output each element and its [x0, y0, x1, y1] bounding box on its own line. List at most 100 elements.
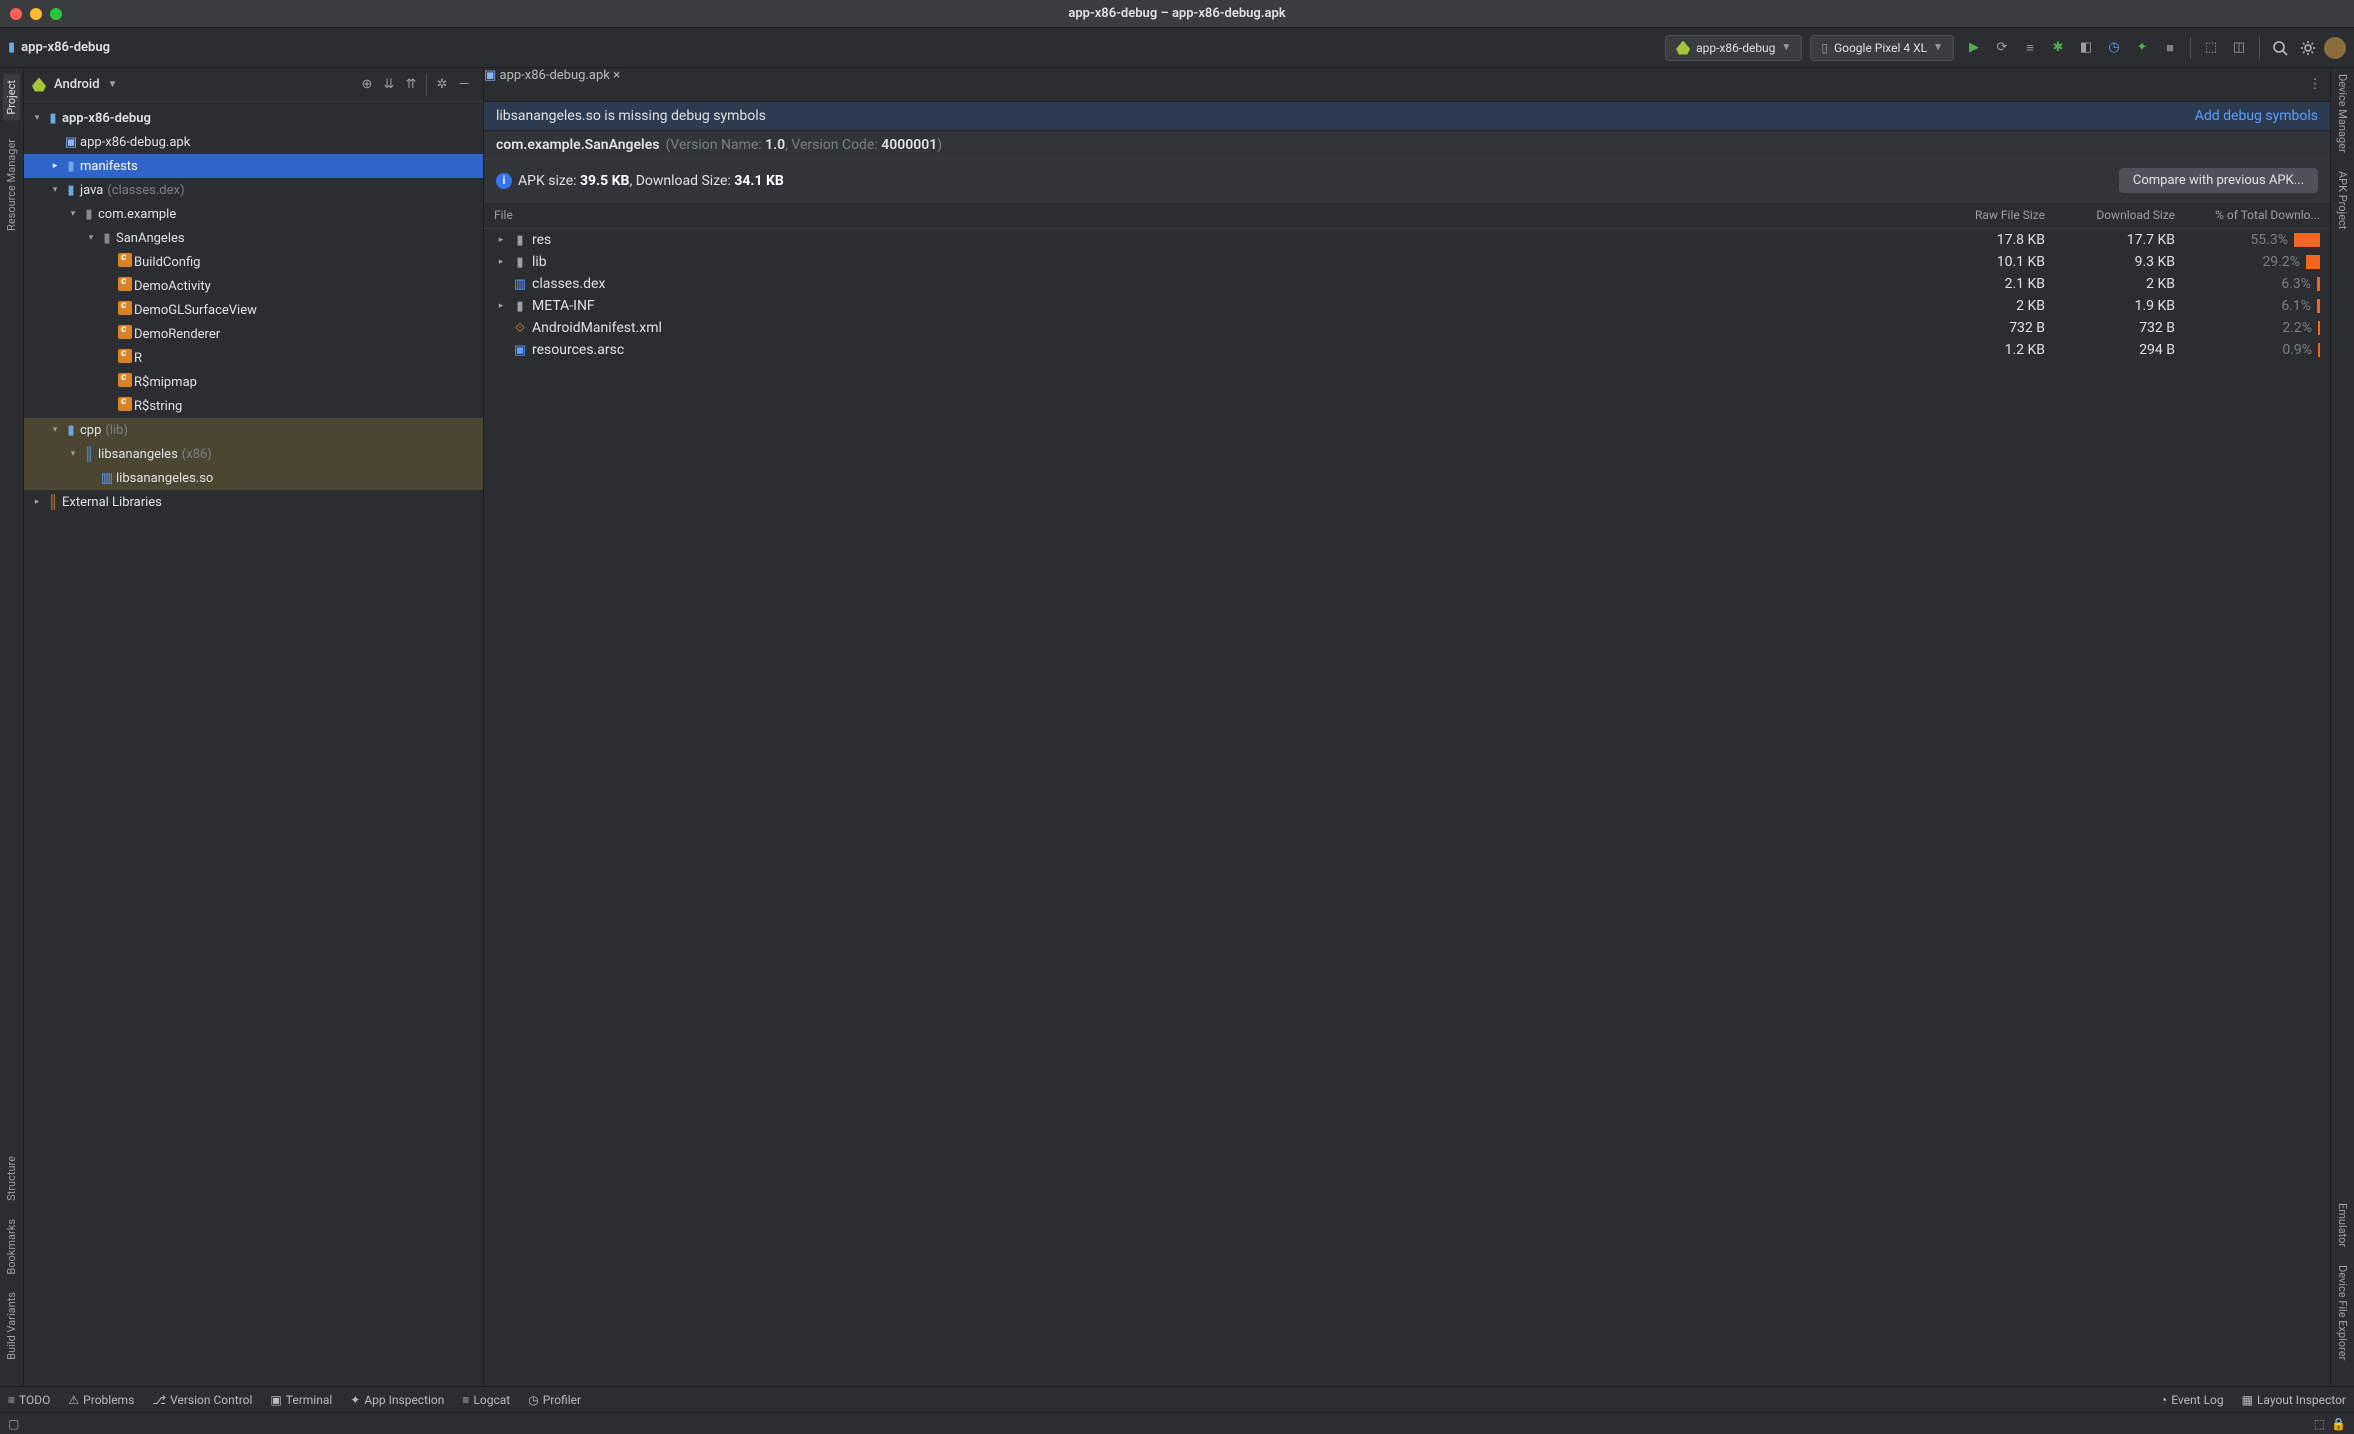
coverage-button[interactable]: ◧ [2074, 36, 2098, 60]
problems-tool-button[interactable]: ⚠ Problems [68, 1393, 134, 1407]
status-lock-icon[interactable]: 🔒 [2331, 1417, 2346, 1431]
table-row[interactable]: ⟐AndroidManifest.xml732 B732 B2.2% [484, 317, 2330, 339]
tool-windows-icon[interactable]: ▢ [8, 1417, 19, 1431]
tree-node-class[interactable]: R$mipmap [24, 370, 483, 394]
tree-node-apk[interactable]: ▣ app-x86-debug.apk [24, 130, 483, 154]
profile-button[interactable]: ◷ [2102, 36, 2126, 60]
table-row[interactable]: ▸▮res17.8 KB17.7 KB55.3% [484, 229, 2330, 251]
close-window-icon[interactable] [10, 8, 22, 20]
tree-node-native-lib[interactable]: ▾║ libsanangeles(x86) [24, 442, 483, 466]
table-row[interactable]: ▸▮META-INF2 KB1.9 KB6.1% [484, 295, 2330, 317]
apk-project-tool-button[interactable]: APK Project [2336, 171, 2349, 229]
download-size-value: 2 KB [2045, 276, 2175, 292]
expand-icon[interactable]: ▸ [494, 257, 508, 267]
android-icon [1676, 41, 1690, 55]
bookmarks-tool-button[interactable]: Bookmarks [5, 1219, 18, 1275]
tree-node-class[interactable]: DemoRenderer [24, 322, 483, 346]
expand-all-icon[interactable]: ⇊ [378, 74, 400, 96]
project-panel-header: Android ▼ ⊕ ⇊ ⇈ ✲ — [24, 68, 483, 102]
tree-node-package[interactable]: ▾▮ SanAngeles [24, 226, 483, 250]
percent-value: 6.1% [2261, 298, 2311, 314]
compare-apk-button[interactable]: Compare with previous APK... [2119, 168, 2318, 193]
apk-contents-table: File Raw File Size Download Size % of To… [484, 202, 2330, 361]
project-tree[interactable]: ▾▮ app-x86-debug ▣ app-x86-debug.apk ▸▮ … [24, 102, 483, 1386]
breadcrumb[interactable]: app-x86-debug [21, 40, 110, 55]
apply-changes-button[interactable]: ⟳ [1990, 36, 2014, 60]
project-view-selector[interactable]: Android [54, 77, 100, 92]
col-raw-size[interactable]: Raw File Size [1915, 208, 2045, 222]
build-variants-tool-button[interactable]: Build Variants [5, 1292, 18, 1360]
todo-tool-button[interactable]: ≡ TODO [8, 1393, 50, 1407]
minimize-window-icon[interactable] [30, 8, 42, 20]
tree-node-root[interactable]: ▾▮ app-x86-debug [24, 106, 483, 130]
tree-node-external-libraries[interactable]: ▸║ External Libraries [24, 490, 483, 514]
stop-button[interactable]: ■ [2158, 36, 2182, 60]
tree-node-manifests[interactable]: ▸▮ manifests [24, 154, 483, 178]
percent-value: 29.2% [2250, 254, 2300, 270]
settings-icon[interactable] [2296, 36, 2320, 60]
tree-node-so-file[interactable]: ▥ libsanangeles.so [24, 466, 483, 490]
window-controls [10, 8, 62, 20]
file-name: res [532, 232, 551, 248]
tree-node-class[interactable]: R$string [24, 394, 483, 418]
expand-icon[interactable]: ▸ [494, 235, 508, 245]
hide-panel-icon[interactable]: — [453, 74, 475, 96]
col-percent[interactable]: % of Total Downlo... [2175, 208, 2320, 222]
tree-node-package[interactable]: ▾▮ com.example [24, 202, 483, 226]
android-icon [32, 78, 46, 92]
percent-value: 6.3% [2261, 276, 2311, 292]
tree-node-class[interactable]: BuildConfig [24, 250, 483, 274]
sync-button[interactable]: ⬚ [2199, 36, 2223, 60]
apply-code-button[interactable]: ≡ [2018, 36, 2042, 60]
file-name: META-INF [532, 298, 595, 314]
tree-node-class[interactable]: DemoGLSurfaceView [24, 298, 483, 322]
terminal-tool-button[interactable]: ▣ Terminal [270, 1393, 332, 1407]
expand-icon[interactable]: ▸ [494, 301, 508, 311]
editor-tab[interactable]: ▣ app-x86-debug.apk × [484, 68, 620, 101]
tab-title: app-x86-debug.apk [500, 68, 610, 83]
attach-debugger-button[interactable]: ✦ [2130, 36, 2154, 60]
tree-node-class[interactable]: DemoActivity [24, 274, 483, 298]
percent-bar [2318, 321, 2320, 335]
status-indent-icon[interactable]: ⬚ [2314, 1417, 2325, 1431]
device-file-explorer-tool-button[interactable]: Device File Explorer [2336, 1265, 2349, 1360]
app-inspection-tool-button[interactable]: ✦ App Inspection [350, 1393, 444, 1407]
table-row[interactable]: ▸▮lib10.1 KB9.3 KB29.2% [484, 251, 2330, 273]
table-row[interactable]: ▣resources.arsc1.2 KB294 B0.9% [484, 339, 2330, 361]
layout-inspector-tool-button[interactable]: ▦ Layout Inspector [2242, 1393, 2346, 1407]
col-download-size[interactable]: Download Size [2045, 208, 2175, 222]
tree-node-java[interactable]: ▾▮ java(classes.dex) [24, 178, 483, 202]
table-row[interactable]: ▥classes.dex2.1 KB2 KB6.3% [484, 273, 2330, 295]
project-tool-button[interactable]: Project [3, 74, 20, 121]
editor-area: ▣ app-x86-debug.apk × ⋮ libsanangeles.so… [484, 68, 2330, 1386]
device-manager-tool-button[interactable]: Device Manager [2336, 74, 2349, 153]
collapse-all-icon[interactable]: ⇈ [400, 74, 422, 96]
percent-bar [2317, 277, 2320, 291]
user-avatar[interactable] [2324, 37, 2346, 59]
event-log-tool-button[interactable]: ◔ Event Log [2160, 1393, 2224, 1407]
logcat-tool-button[interactable]: ≡ Logcat [462, 1393, 510, 1407]
profiler-tool-button[interactable]: ◷ Profiler [528, 1393, 581, 1407]
tab-more-icon[interactable]: ⋮ [2300, 68, 2330, 101]
close-tab-icon[interactable]: × [613, 68, 620, 83]
structure-tool-button[interactable]: Structure [5, 1156, 18, 1201]
tree-node-class[interactable]: R [24, 346, 483, 370]
col-file[interactable]: File [494, 208, 1915, 222]
vcs-tool-button[interactable]: ⎇ Version Control [152, 1393, 252, 1407]
xml-icon: ⟐ [512, 321, 528, 336]
resource-manager-tool-button[interactable]: Resource Manager [5, 139, 18, 231]
maximize-window-icon[interactable] [50, 8, 62, 20]
tree-node-cpp[interactable]: ▾▮ cpp(lib) [24, 418, 483, 442]
device-selector[interactable]: ▯ Google Pixel 4 XL ▼ [1810, 35, 1954, 61]
emulator-tool-button[interactable]: Emulator [2336, 1203, 2349, 1247]
panel-settings-icon[interactable]: ✲ [431, 74, 453, 96]
avd-manager-button[interactable]: ◫ [2227, 36, 2251, 60]
search-icon[interactable] [2268, 36, 2292, 60]
size-info-bar: i APK size: 39.5 KB, Download Size: 34.1… [484, 160, 2330, 202]
run-button[interactable]: ▶ [1962, 36, 1986, 60]
file-name: lib [532, 254, 547, 270]
debug-button[interactable]: ✱ [2046, 36, 2070, 60]
select-opened-file-icon[interactable]: ⊕ [356, 74, 378, 96]
run-config-selector[interactable]: app-x86-debug ▼ [1665, 35, 1802, 61]
add-debug-symbols-link[interactable]: Add debug symbols [2195, 108, 2318, 124]
